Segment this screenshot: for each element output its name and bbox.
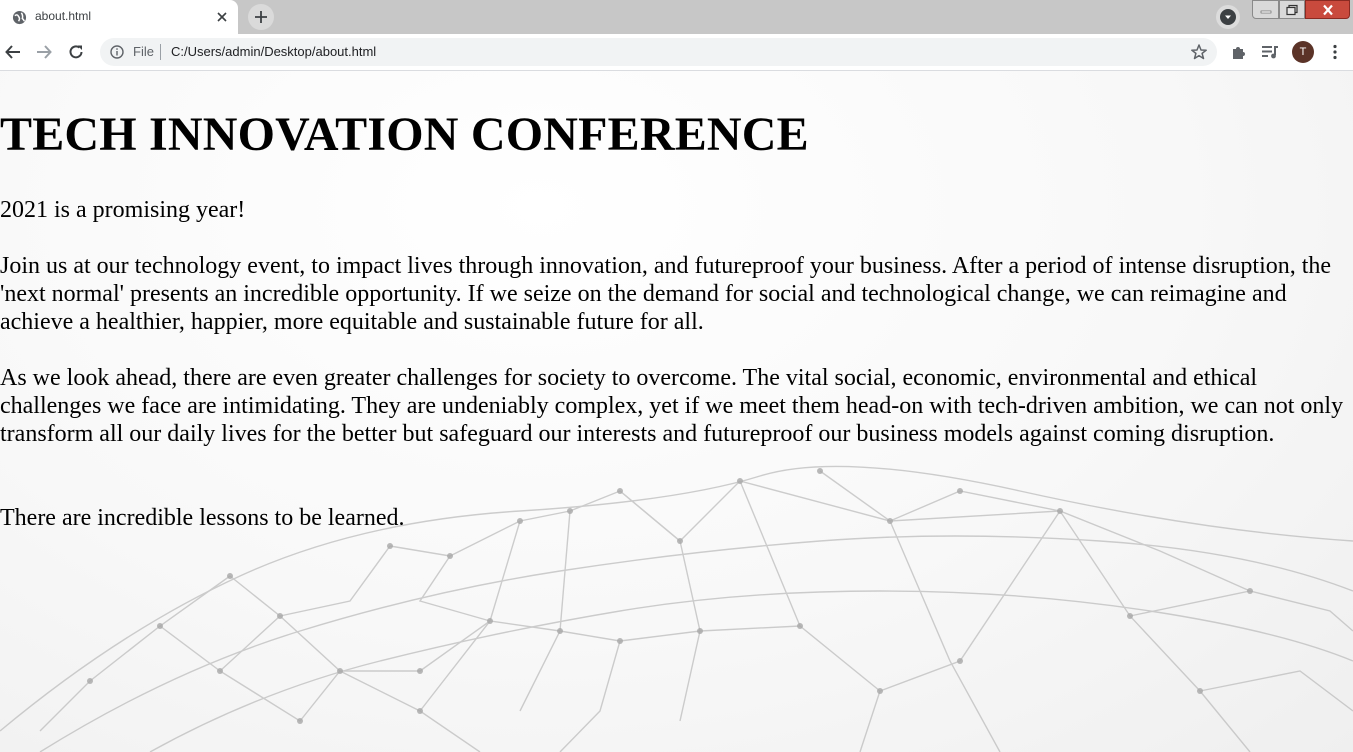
tab-search-button[interactable] bbox=[1216, 5, 1240, 29]
extensions-button[interactable] bbox=[1227, 40, 1251, 64]
tab-strip: about.html bbox=[0, 0, 1353, 34]
menu-button[interactable] bbox=[1323, 40, 1347, 64]
window-close-button[interactable] bbox=[1305, 0, 1350, 19]
body-paragraph: As we look ahead, there are even greater… bbox=[0, 365, 1344, 447]
page-viewport: TECH INNOVATION CONFERENCE 2021 is a pro… bbox=[0, 71, 1353, 752]
browser-toolbar: File C:/Users/admin/Desktop/about.html bbox=[0, 34, 1353, 71]
divider bbox=[160, 44, 161, 60]
body-paragraph: Join us at our technology event, to impa… bbox=[0, 253, 1332, 335]
reload-button[interactable] bbox=[64, 40, 88, 64]
globe-icon bbox=[12, 10, 27, 25]
intro-paragraph: 2021 is a promising year! bbox=[0, 197, 246, 223]
media-controls-button[interactable] bbox=[1258, 40, 1282, 64]
closing-paragraph: There are incredible lessons to be learn… bbox=[0, 505, 405, 531]
maximize-button[interactable] bbox=[1279, 0, 1305, 19]
minimize-button[interactable] bbox=[1252, 0, 1279, 19]
avatar[interactable]: T bbox=[1292, 41, 1314, 63]
scheme-chip[interactable]: File bbox=[133, 44, 154, 59]
forward-button[interactable] bbox=[32, 40, 56, 64]
browser-tab[interactable]: about.html bbox=[0, 0, 238, 34]
new-tab-button[interactable] bbox=[248, 4, 274, 30]
address-bar[interactable]: File C:/Users/admin/Desktop/about.html bbox=[100, 38, 1217, 66]
back-button[interactable] bbox=[1, 40, 25, 64]
tab-title: about.html bbox=[35, 9, 92, 23]
info-icon[interactable] bbox=[110, 45, 124, 59]
page-title: TECH INNOVATION CONFERENCE bbox=[0, 108, 809, 161]
close-icon[interactable] bbox=[214, 9, 230, 25]
url-text[interactable]: C:/Users/admin/Desktop/about.html bbox=[171, 44, 376, 59]
star-icon[interactable] bbox=[1190, 43, 1208, 61]
